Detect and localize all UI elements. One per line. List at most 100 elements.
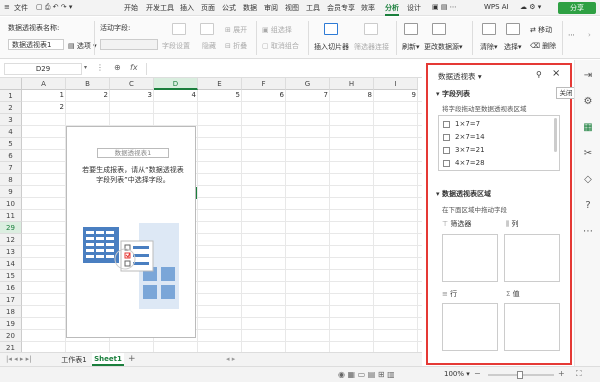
- spreadsheet-grid[interactable]: ABCDEFGHI 1 2 3 4 5 6 7 8 9 10 11 29 12 13 14 15 16 17 18 1…: [0, 78, 422, 352]
- column-header-F[interactable]: F: [242, 78, 286, 90]
- sidebar-shape-icon[interactable]: ◇: [582, 174, 594, 186]
- more-icon[interactable]: ⋯: [568, 31, 575, 39]
- menu-efficiency[interactable]: 效率: [361, 3, 375, 13]
- insert-slicer-button[interactable]: 插入切片器: [314, 42, 349, 52]
- cell-value[interactable]: 7: [288, 91, 328, 99]
- pivot-name-field[interactable]: 数据透视表1: [8, 39, 64, 50]
- field-checkbox[interactable]: [443, 147, 450, 154]
- row-header-20[interactable]: 20: [0, 330, 22, 342]
- zoom-in-icon[interactable]: +: [558, 369, 565, 378]
- column-header-H[interactable]: H: [330, 78, 374, 90]
- row-header-8[interactable]: 8: [0, 174, 22, 186]
- row-header-18[interactable]: 18: [0, 306, 22, 318]
- menu-file[interactable]: 文件: [14, 3, 28, 13]
- sheet-tab-1[interactable]: 工作表1: [58, 354, 90, 366]
- field-list-header[interactable]: ▾ 字段列表: [436, 89, 470, 99]
- row-header-15[interactable]: 15: [0, 270, 22, 282]
- menu-data[interactable]: 数据: [243, 3, 257, 13]
- values-drop-zone[interactable]: [504, 303, 560, 351]
- sidebar-more-icon[interactable]: ⋯: [582, 226, 594, 238]
- more-options-icon[interactable]: ⋮: [96, 63, 104, 72]
- row-header-7[interactable]: 7: [0, 162, 22, 174]
- cell-value[interactable]: 8: [332, 91, 372, 99]
- name-box-dropdown-icon[interactable]: ▾: [84, 64, 87, 71]
- row-header-19[interactable]: 19: [0, 318, 22, 330]
- rows-drop-zone[interactable]: [442, 303, 498, 351]
- active-field-input[interactable]: [100, 39, 158, 50]
- zoom-slider-handle[interactable]: [517, 371, 523, 379]
- options-button[interactable]: ▤ 选项 ▾: [68, 41, 97, 51]
- change-source-icon[interactable]: [432, 23, 446, 35]
- clear-button[interactable]: 清除▾: [480, 42, 498, 52]
- filters-drop-zone[interactable]: [442, 234, 498, 282]
- close-icon[interactable]: ×: [552, 68, 560, 79]
- share-button[interactable]: 分享: [558, 2, 596, 14]
- column-header-E[interactable]: E: [198, 78, 242, 90]
- cell-value[interactable]: 2: [68, 91, 108, 99]
- ungroup-button[interactable]: ▢ 取消组合: [262, 41, 299, 51]
- hamburger-icon[interactable]: ≡: [4, 3, 10, 11]
- move-button[interactable]: ⇄ 移动: [530, 25, 552, 35]
- view-mode-icons[interactable]: ◉ ▦ ▭ ▤ ⊞ ▥: [338, 370, 395, 379]
- hide-button[interactable]: 隐藏: [202, 41, 216, 51]
- collapse-button[interactable]: ⊟ 折叠: [225, 41, 247, 51]
- toolbar-quick-icons[interactable]: ▢ ⎙ ↶ ↷ ▾: [36, 3, 72, 12]
- column-header-D[interactable]: D: [154, 78, 198, 90]
- field-checkbox[interactable]: [443, 134, 450, 141]
- name-box[interactable]: D29: [4, 63, 82, 75]
- refresh-button[interactable]: 刷新▾: [402, 42, 420, 52]
- row-header-16[interactable]: 16: [0, 282, 22, 294]
- sheet-tab-active[interactable]: Sheet1: [92, 353, 124, 366]
- clear-icon[interactable]: [482, 23, 496, 35]
- select-all-corner[interactable]: [0, 78, 22, 90]
- menu-analyze[interactable]: 分析: [385, 3, 399, 16]
- menu-member[interactable]: 会员专享: [327, 3, 355, 13]
- menu-home[interactable]: 开始: [124, 3, 138, 13]
- cell-value[interactable]: 5: [200, 91, 240, 99]
- row-header-3[interactable]: 3: [0, 114, 22, 126]
- pivot-table-placeholder[interactable]: 数据透视表1 若要生成报表，请从“数据透视表 字段列表”中选择字段。: [66, 126, 196, 338]
- field-checkbox[interactable]: [443, 121, 450, 128]
- row-header-4[interactable]: 4: [0, 126, 22, 138]
- zoom-out-icon[interactable]: −: [474, 369, 481, 378]
- filter-connection-icon[interactable]: [364, 23, 378, 35]
- column-header-I[interactable]: I: [374, 78, 418, 90]
- group-selection-button[interactable]: ▣ 组选择: [262, 25, 292, 35]
- insert-slicer-icon[interactable]: [324, 23, 338, 35]
- select-icon[interactable]: [506, 23, 520, 35]
- columns-drop-zone[interactable]: [504, 234, 560, 282]
- add-sheet-icon[interactable]: +: [128, 354, 136, 364]
- column-header-B[interactable]: B: [66, 78, 110, 90]
- ribbon-scroll-icon[interactable]: ›: [588, 31, 591, 39]
- row-header-13[interactable]: 13: [0, 246, 22, 258]
- cell-value[interactable]: 3: [112, 91, 152, 99]
- sidebar-settings-icon[interactable]: ⚙: [582, 96, 594, 108]
- wps-ai-button[interactable]: WPS AI: [484, 3, 509, 11]
- menu-page[interactable]: 页面: [201, 3, 215, 13]
- menu-formula[interactable]: 公式: [222, 3, 236, 13]
- menu-insert[interactable]: 插入: [180, 3, 194, 13]
- zoom-level[interactable]: 100% ▾: [444, 370, 470, 378]
- column-header-C[interactable]: C: [110, 78, 154, 90]
- cell-value[interactable]: 9: [376, 91, 416, 99]
- row-header-10[interactable]: 10: [0, 198, 22, 210]
- menu-review[interactable]: 审阅: [264, 3, 278, 13]
- menu-developer[interactable]: 开发工具: [146, 3, 174, 13]
- row-header-14[interactable]: 14: [0, 258, 22, 270]
- sheet-nav-icons[interactable]: |◂ ◂ ▸ ▸|: [6, 355, 31, 363]
- menu-view[interactable]: 视图: [285, 3, 299, 13]
- menu-design[interactable]: 设计: [407, 3, 421, 13]
- fullscreen-icon[interactable]: ⛶: [576, 369, 582, 379]
- area-header[interactable]: ▾ 数据透视表区域: [436, 189, 491, 199]
- hide-icon[interactable]: [200, 23, 214, 35]
- field-list-scrollbar[interactable]: [554, 118, 557, 152]
- row-header-21[interactable]: 21: [0, 342, 22, 352]
- row-header-29[interactable]: 29: [0, 222, 22, 234]
- field-checkbox[interactable]: [443, 160, 450, 167]
- cell-value[interactable]: 2: [24, 103, 64, 111]
- row-header-5[interactable]: 5: [0, 138, 22, 150]
- field-settings-button[interactable]: 字段设置: [162, 41, 190, 51]
- cell-value[interactable]: 6: [244, 91, 284, 99]
- ribbon-quick-icons[interactable]: ▣ ▤ ⋯: [432, 3, 457, 11]
- row-header-12[interactable]: 12: [0, 234, 22, 246]
